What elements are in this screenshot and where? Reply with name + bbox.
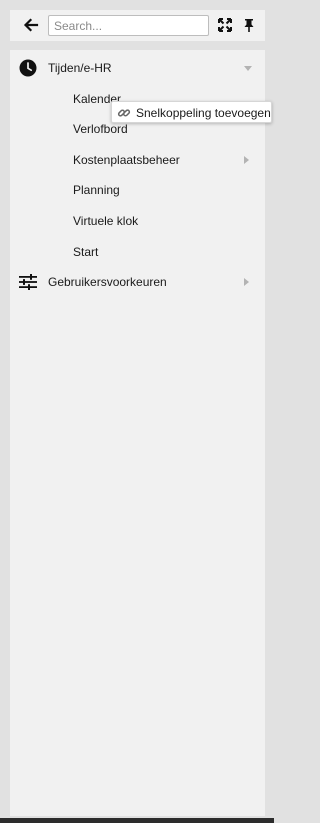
menu-section-label: Gebruikersvoorkeuren <box>48 275 167 289</box>
menu-item-label: Verlofbord <box>73 122 128 136</box>
menu-item-virtuele-klok[interactable]: Virtuele klok <box>10 209 265 233</box>
menu-section-tijden-ehr[interactable]: Tijden/e-HR <box>10 56 265 80</box>
menu-item-label: Kostenplaatsbeheer <box>73 153 180 167</box>
menu-section-label: Tijden/e-HR <box>48 61 112 75</box>
chevron-down-icon <box>244 66 252 71</box>
search-input[interactable] <box>48 15 209 36</box>
fullscreen-icon[interactable] <box>217 16 233 34</box>
back-arrow-icon[interactable] <box>22 16 40 34</box>
bottom-bar <box>0 818 274 823</box>
navigation-menu: Tijden/e-HR Kalender Verlofbord Kostenpl… <box>10 50 265 816</box>
menu-item-label: Start <box>73 245 99 259</box>
link-icon <box>117 109 131 117</box>
sliders-icon <box>19 274 37 290</box>
pin-icon[interactable] <box>241 16 257 34</box>
menu-item-planning[interactable]: Planning <box>10 178 265 202</box>
menu-item-kostenplaatsbeheer[interactable]: Kostenplaatsbeheer <box>10 148 265 172</box>
add-shortcut-tooltip[interactable]: Snelkoppeling toevoegen <box>111 101 272 123</box>
menu-item-label: Virtuele klok <box>73 214 139 228</box>
menu-item-label: Planning <box>73 183 120 197</box>
top-toolbar <box>10 10 265 41</box>
menu-section-gebruikersvoorkeuren[interactable]: Gebruikersvoorkeuren <box>10 270 265 294</box>
tooltip-label: Snelkoppeling toevoegen <box>136 106 271 120</box>
chevron-right-icon <box>244 156 249 164</box>
chevron-right-icon <box>244 278 249 286</box>
clock-icon <box>19 59 37 77</box>
menu-item-start[interactable]: Start <box>10 240 265 264</box>
